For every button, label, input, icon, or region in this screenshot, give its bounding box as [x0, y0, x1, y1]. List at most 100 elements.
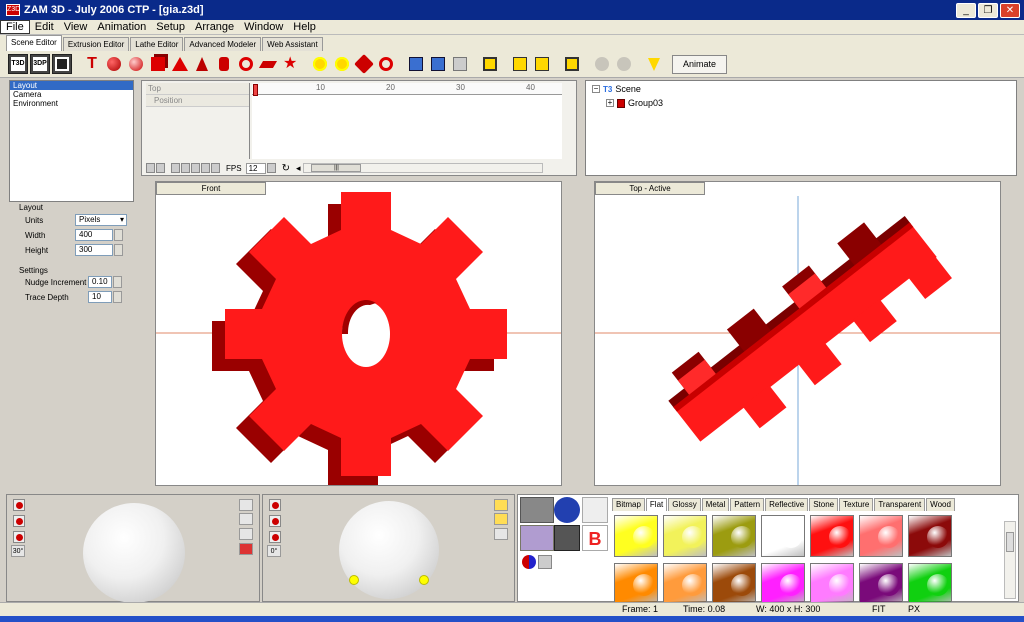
height-field[interactable]: 300 [75, 244, 113, 256]
add-cube-button[interactable] [148, 54, 168, 74]
material-swatch[interactable] [663, 515, 707, 557]
next-frame-button[interactable] [191, 163, 200, 173]
light-toggle-4[interactable] [269, 499, 281, 511]
light-toggle-6[interactable] [269, 531, 281, 543]
list-item-camera[interactable]: Camera [10, 90, 133, 99]
light-toggle-3[interactable] [13, 531, 25, 543]
save-button[interactable] [52, 54, 72, 74]
select-button[interactable] [644, 54, 664, 74]
animate-button[interactable]: Animate [672, 54, 728, 74]
material-type-button-1[interactable] [520, 497, 554, 523]
material-swatch[interactable] [908, 563, 952, 605]
restore-button[interactable]: ❐ [978, 3, 998, 18]
menu-help[interactable]: Help [288, 21, 321, 33]
light-toggle-1[interactable] [13, 499, 25, 511]
tree-node-scene[interactable]: − T3 Scene [592, 84, 641, 94]
trace-depth-stepper[interactable] [113, 291, 122, 303]
material-swatch[interactable] [761, 563, 805, 605]
edit-button[interactable] [562, 54, 582, 74]
status-fit[interactable]: FIT [872, 604, 886, 614]
add-light-button[interactable] [310, 54, 330, 74]
delete-light-button[interactable] [239, 499, 253, 511]
tab-lathe-editor[interactable]: Lathe Editor [130, 37, 184, 51]
material-swatch[interactable] [908, 515, 952, 557]
menu-window[interactable]: Window [239, 21, 288, 33]
add-spot-light-button[interactable] [354, 54, 374, 74]
play-button[interactable] [146, 163, 155, 173]
add-cylinder-button[interactable] [214, 54, 234, 74]
tab-scene-editor[interactable]: Scene Editor [6, 35, 62, 51]
scroll-left-arrow-icon[interactable]: ◂ [296, 163, 301, 174]
first-frame-button[interactable] [171, 163, 180, 173]
collapse-icon[interactable]: − [592, 85, 600, 93]
material-scrollbar[interactable] [1004, 521, 1016, 599]
material-grid-icon[interactable] [538, 555, 552, 569]
close-button[interactable]: ✕ [1000, 3, 1020, 18]
add-plane-button[interactable] [258, 54, 278, 74]
material-scrollbar-thumb[interactable] [1006, 532, 1014, 552]
list-item-layout[interactable]: Layout [10, 81, 133, 90]
render-button[interactable] [450, 54, 470, 74]
add-cone-button[interactable] [192, 54, 212, 74]
tab-stone[interactable]: Stone [809, 498, 839, 511]
material-swatch[interactable] [663, 563, 707, 605]
add-text-button[interactable]: T [82, 54, 102, 74]
material-swatch[interactable] [859, 515, 903, 557]
light-option-button-a[interactable] [239, 513, 253, 525]
material-swatch[interactable] [761, 515, 805, 557]
fps-stepper[interactable] [266, 163, 276, 173]
material-swap-icon[interactable] [522, 555, 536, 569]
tab-web-assistant[interactable]: Web Assistant [262, 37, 323, 51]
add-pyramid-button[interactable] [170, 54, 190, 74]
scrollbar-thumb[interactable]: ||| [311, 164, 362, 172]
material-type-button-4[interactable] [520, 525, 554, 551]
light-toggle-2[interactable] [13, 515, 25, 527]
nudge-increment-stepper[interactable] [113, 276, 122, 288]
material-swatch[interactable] [810, 515, 854, 557]
lighting-sphere-left[interactable] [83, 503, 185, 603]
camera-target-button[interactable] [428, 54, 448, 74]
list-item-environment[interactable]: Environment [10, 99, 133, 108]
tree-node-group03[interactable]: + Group03 [606, 98, 663, 108]
menu-view[interactable]: View [59, 21, 93, 33]
tab-flat[interactable]: Flat [645, 498, 668, 511]
stop-button[interactable] [156, 163, 165, 173]
menu-animation[interactable]: Animation [92, 21, 151, 33]
tab-metal[interactable]: Metal [701, 498, 730, 511]
material-swatch[interactable] [712, 563, 756, 605]
menu-file[interactable]: File [0, 20, 30, 34]
timeline-row-top[interactable]: Top [146, 83, 249, 95]
camera-button[interactable] [406, 54, 426, 74]
undo-button[interactable] [592, 54, 612, 74]
add-point-light-button[interactable] [332, 54, 352, 74]
tab-texture[interactable]: Texture [839, 498, 874, 511]
target-light-button[interactable] [376, 54, 396, 74]
tab-pattern[interactable]: Pattern [730, 498, 765, 511]
light-toggle-5[interactable] [269, 515, 281, 527]
tab-extrusion-editor[interactable]: Extrusion Editor [62, 37, 130, 51]
tab-wood[interactable]: Wood [926, 498, 955, 511]
playhead[interactable] [253, 84, 258, 96]
material-type-button-5[interactable] [554, 525, 580, 551]
tab-transparent[interactable]: Transparent [874, 498, 926, 511]
material-type-button-2[interactable] [554, 497, 580, 523]
timeline-scrollbar[interactable]: ||| [303, 163, 544, 173]
light-angle-field-right[interactable]: 0° [267, 545, 281, 557]
expand-icon[interactable]: + [606, 99, 614, 107]
material-swatch[interactable] [859, 563, 903, 605]
minimize-button[interactable]: _ [956, 3, 976, 18]
last-frame-button[interactable] [201, 163, 210, 173]
bevel-b-icon[interactable]: B [582, 525, 608, 551]
timeline-ruler[interactable]: 10 20 30 40 [252, 83, 562, 96]
add-spot-light-small-button[interactable] [494, 513, 508, 525]
height-stepper[interactable] [114, 244, 123, 256]
tab-bitmap[interactable]: Bitmap [612, 498, 645, 511]
tab-reflective[interactable]: Reflective [765, 498, 809, 511]
light-option-button-b[interactable] [239, 528, 253, 540]
light-color-button[interactable] [239, 543, 253, 555]
trace-depth-field[interactable]: 10 [88, 291, 112, 303]
light-position-dot[interactable] [419, 575, 429, 585]
redo-button[interactable] [614, 54, 634, 74]
fps-field[interactable]: 12 [245, 162, 266, 174]
add-directional-light-button[interactable] [494, 499, 508, 511]
